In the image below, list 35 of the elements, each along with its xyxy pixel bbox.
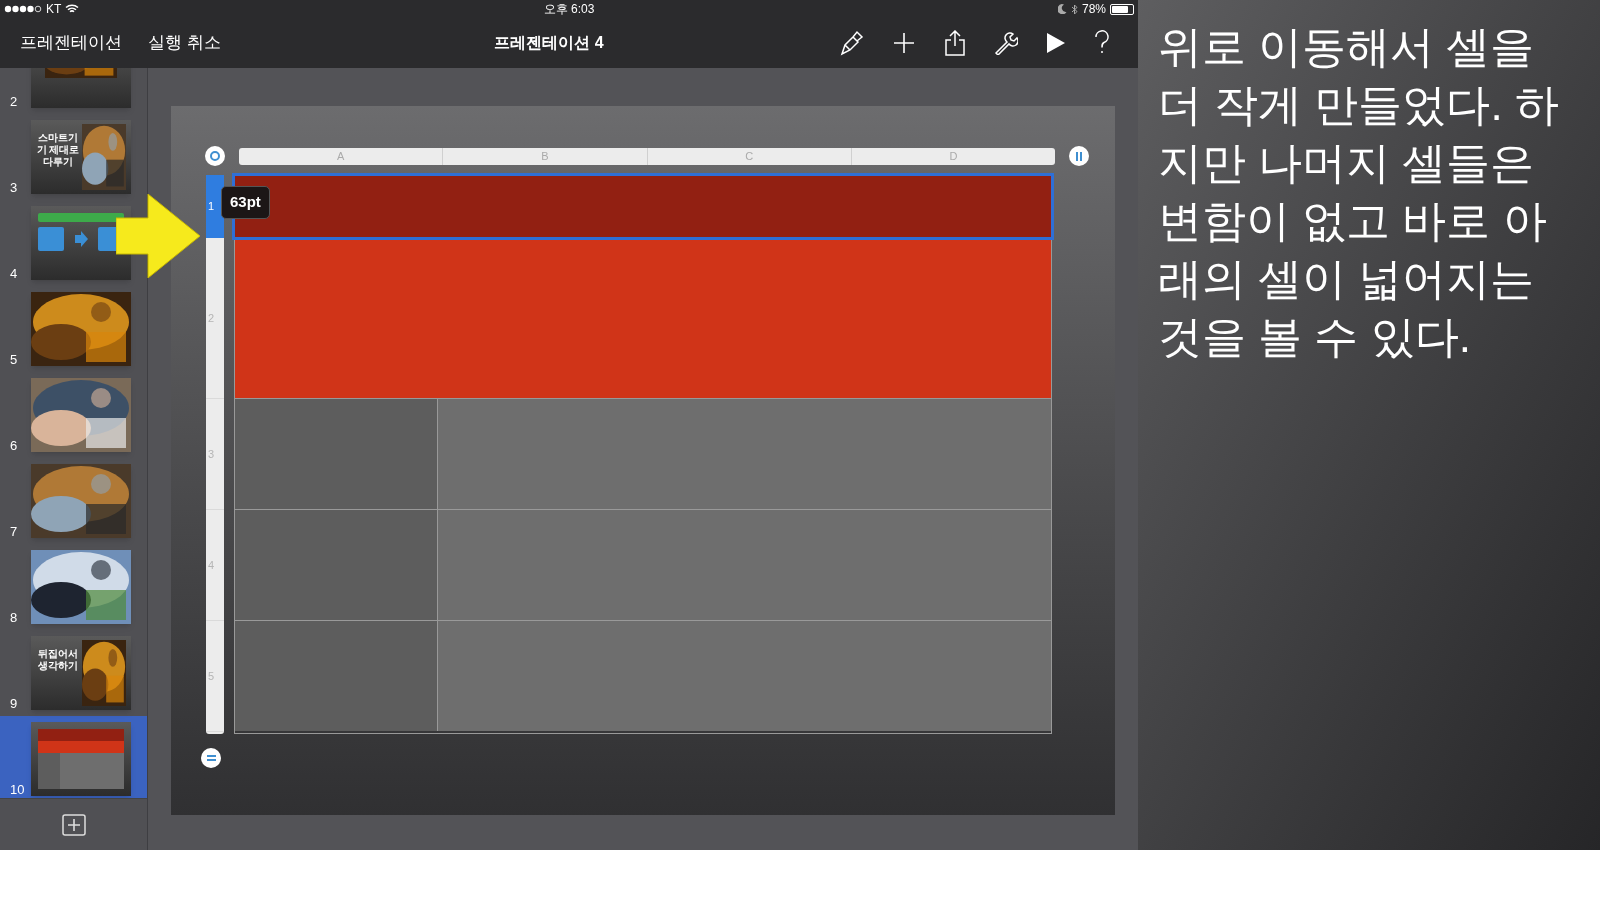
battery-icon: [1110, 3, 1134, 15]
carrier-label: KT: [46, 1, 62, 18]
caption-text: 위로 이동해서 셀을 더 작게 만들었다. 하지만 나머지 셀들은 변함이 없고 바로 아래의 셀이 넓어지는 것을 볼 수 있다.: [1158, 21, 1560, 363]
signal-icon: [4, 5, 42, 13]
moon-icon: [1057, 4, 1067, 14]
slide-title: 뒤집어서 생각하기: [37, 648, 79, 672]
share-icon[interactable]: [944, 30, 966, 56]
slide-title: 스마트기기 제대로 다루기: [35, 132, 81, 168]
slide-number: 5: [10, 353, 19, 366]
slide-number: 8: [10, 611, 19, 624]
slide-number: 2: [10, 95, 19, 108]
slide-number: 6: [10, 439, 19, 452]
help-icon[interactable]: [1094, 30, 1110, 56]
add-slide-icon[interactable]: [61, 813, 86, 836]
slide-number: 9: [10, 697, 19, 710]
slide-number: 3: [10, 181, 19, 194]
slide-number: 4: [10, 267, 19, 280]
bluetooth-icon: [1070, 3, 1078, 15]
play-icon[interactable]: [1046, 32, 1066, 54]
slide-thumbnail-item[interactable]: 10: [0, 716, 147, 798]
toolbar-button[interactable]: 프레젠테이션: [20, 30, 122, 56]
table-handle[interactable]: [205, 146, 225, 166]
slide-number: 10: [10, 783, 26, 796]
battery-percent: 78%: [1081, 1, 1106, 18]
size-tooltip: 63pt: [221, 186, 270, 219]
add-icon[interactable]: [892, 31, 916, 55]
wrench-icon[interactable]: [994, 31, 1018, 55]
toolbar-button[interactable]: 실행 취소: [148, 30, 221, 56]
slide-number: 7: [10, 525, 19, 538]
row-handle[interactable]: [201, 748, 221, 768]
document-title: 프레젠테이션 4: [494, 33, 604, 53]
wifi-icon: [65, 4, 80, 14]
row-label[interactable]: 1: [206, 175, 224, 238]
clock-time: 오후 6:03: [543, 1, 595, 18]
column-handle[interactable]: [1069, 146, 1089, 166]
